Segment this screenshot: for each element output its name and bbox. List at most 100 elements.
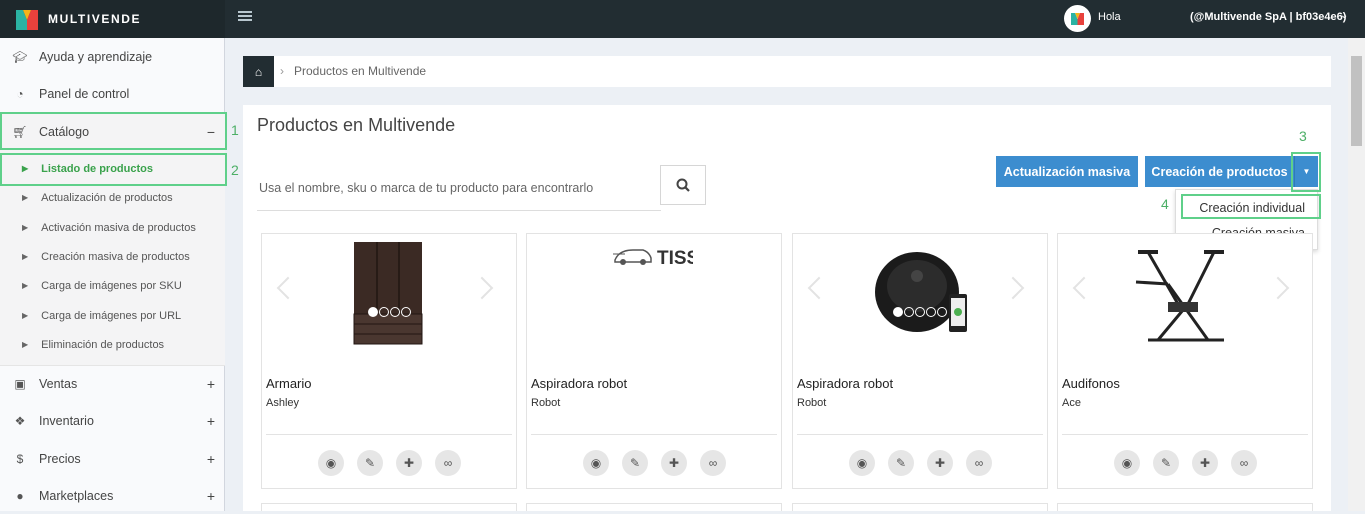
- multivende-logo-icon: [16, 10, 38, 30]
- view-icon[interactable]: ◉: [849, 450, 875, 476]
- expand-icon[interactable]: +: [207, 451, 215, 467]
- page-title: Productos en Multivende: [257, 115, 456, 135]
- add-icon[interactable]: ✚: [661, 450, 687, 476]
- product-brand: Ashley: [266, 397, 300, 409]
- sidebar-item-marketplaces[interactable]: ● Marketplaces +: [0, 477, 225, 514]
- submenu-creacion-masiva[interactable]: ▶ Creación masiva de productos: [0, 242, 225, 271]
- caret-right-icon: ▶: [22, 252, 29, 261]
- link-icon[interactable]: ∞: [700, 450, 726, 476]
- sidebar-item-label: Ayuda y aprendizaje: [39, 49, 153, 64]
- divider: [1062, 434, 1308, 435]
- sidebar-item-label: Precios: [39, 451, 81, 466]
- sidebar-item-precios[interactable]: $ Precios +: [0, 440, 225, 477]
- dashboard-icon: ◔: [16, 86, 24, 101]
- edit-icon[interactable]: ✎: [888, 450, 914, 476]
- sidebar-toggle-icon[interactable]: [238, 11, 252, 23]
- product-card[interactable]: Armario Ashley ◉ ✎ ✚ ∞: [261, 233, 517, 489]
- chevron-down-icon[interactable]: ⌄: [1340, 10, 1348, 21]
- view-icon[interactable]: ◉: [318, 450, 344, 476]
- edit-icon[interactable]: ✎: [357, 450, 383, 476]
- sidebar-item-label: Ventas: [39, 377, 78, 391]
- annotation-3: 3: [1299, 128, 1307, 144]
- greeting-text: Hola: [1098, 11, 1121, 23]
- sidebar-item-label: Marketplaces: [39, 488, 114, 503]
- sidebar: 🎓︎ Ayuda y aprendizaje ◔ Panel de contro…: [0, 38, 225, 511]
- breadcrumb-separator: ›: [280, 64, 284, 78]
- products-panel: Productos en Multivende Actualización ma…: [243, 105, 1331, 511]
- sidebar-item-inventario[interactable]: ❖ Inventario +: [0, 402, 225, 439]
- home-icon[interactable]: ⌂: [243, 56, 274, 87]
- add-icon[interactable]: ✚: [927, 450, 953, 476]
- caret-right-icon: ▶: [22, 193, 29, 202]
- product-actions: ◉ ✎ ✚ ∞: [849, 450, 1005, 476]
- breadcrumb-current: Productos en Multivende: [294, 64, 427, 78]
- expand-icon[interactable]: +: [207, 376, 215, 392]
- view-icon[interactable]: ◉: [583, 450, 609, 476]
- carousel-prev-icon[interactable]: [1072, 276, 1096, 300]
- create-products-button[interactable]: Creación de productos: [1145, 156, 1294, 187]
- annotation-4: 4: [1161, 196, 1169, 212]
- product-card[interactable]: Audifonos Ace ◉ ✎ ✚ ∞: [1057, 233, 1313, 489]
- product-name: Armario: [266, 376, 312, 391]
- highlight-box-3: [1291, 152, 1321, 192]
- brand-logo[interactable]: MULTIVENDE: [0, 0, 225, 38]
- search-input[interactable]: [257, 165, 661, 211]
- highlight-box-1: [0, 112, 227, 150]
- scrollbar-thumb[interactable]: [1351, 56, 1362, 146]
- product-image: [1058, 234, 1312, 372]
- product-card[interactable]: Aspiradora robot Robot ◉ ✎ ✚ ∞: [792, 233, 1048, 489]
- product-card[interactable]: [1057, 503, 1313, 511]
- bulk-update-button[interactable]: Actualización masiva: [996, 156, 1138, 187]
- product-name: Aspiradora robot: [531, 376, 628, 391]
- product-brand: Ace: [1062, 397, 1081, 409]
- sidebar-item-ventas[interactable]: ▣ Ventas +: [0, 365, 225, 402]
- link-icon[interactable]: ∞: [1231, 450, 1257, 476]
- submenu-actualizacion[interactable]: ▶ Actualización de productos: [0, 183, 225, 212]
- sidebar-item-panel[interactable]: ◔ Panel de control: [0, 75, 225, 112]
- submenu-eliminacion[interactable]: ▶ Eliminación de productos: [0, 330, 225, 359]
- link-icon[interactable]: ∞: [966, 450, 992, 476]
- carousel-prev-icon[interactable]: [807, 276, 831, 300]
- edit-icon[interactable]: ✎: [622, 450, 648, 476]
- product-card[interactable]: [792, 503, 1048, 511]
- carousel-prev-icon[interactable]: [276, 276, 300, 300]
- sidebar-item-label: Panel de control: [39, 86, 130, 101]
- caret-right-icon: ▶: [22, 340, 29, 349]
- expand-icon[interactable]: +: [207, 413, 215, 429]
- edit-icon[interactable]: ✎: [1153, 450, 1179, 476]
- divider: [797, 434, 1043, 435]
- submenu-activacion[interactable]: ▶ Activación masiva de productos: [0, 213, 225, 242]
- carousel-next-icon[interactable]: [470, 276, 494, 300]
- scrollbar[interactable]: [1348, 38, 1365, 511]
- submenu-imagenes-sku[interactable]: ▶ Carga de imágenes por SKU: [0, 271, 225, 300]
- product-card[interactable]: [526, 503, 782, 511]
- view-icon[interactable]: ◉: [1114, 450, 1140, 476]
- submenu-imagenes-url[interactable]: ▶ Carga de imágenes por URL: [0, 301, 225, 330]
- avatar[interactable]: [1064, 5, 1091, 32]
- product-actions: ◉ ✎ ✚ ∞: [1114, 450, 1270, 476]
- annotation-1: 1: [231, 122, 239, 138]
- annotation-2: 2: [231, 162, 239, 178]
- breadcrumb: ⌂ › Productos en Multivende: [243, 56, 1331, 87]
- product-image: TISS: [527, 234, 781, 372]
- divider: [531, 434, 777, 435]
- add-icon[interactable]: ✚: [396, 450, 422, 476]
- product-card[interactable]: [261, 503, 517, 511]
- dollar-icon: $: [16, 451, 24, 466]
- expand-icon[interactable]: +: [207, 488, 215, 504]
- account-menu[interactable]: (@Multivende SpA | bf03e4e6): [1190, 11, 1346, 23]
- sidebar-item-ayuda[interactable]: 🎓︎ Ayuda y aprendizaje: [0, 38, 225, 75]
- sidebar-item-label: Inventario: [39, 413, 94, 428]
- link-icon[interactable]: ∞: [435, 450, 461, 476]
- carousel-dots[interactable]: [368, 307, 412, 317]
- product-card[interactable]: TISS Aspiradora robot Robot ◉ ✎ ✚ ∞: [526, 233, 782, 489]
- carousel-dots[interactable]: [893, 307, 948, 317]
- money-icon: ▣: [14, 377, 26, 391]
- search-button[interactable]: [660, 165, 706, 205]
- add-icon[interactable]: ✚: [1192, 450, 1218, 476]
- carousel-next-icon[interactable]: [1266, 276, 1290, 300]
- product-image: [793, 234, 1047, 372]
- carousel-next-icon[interactable]: [1001, 276, 1025, 300]
- search-icon: [676, 178, 690, 192]
- caret-right-icon: ▶: [22, 223, 29, 232]
